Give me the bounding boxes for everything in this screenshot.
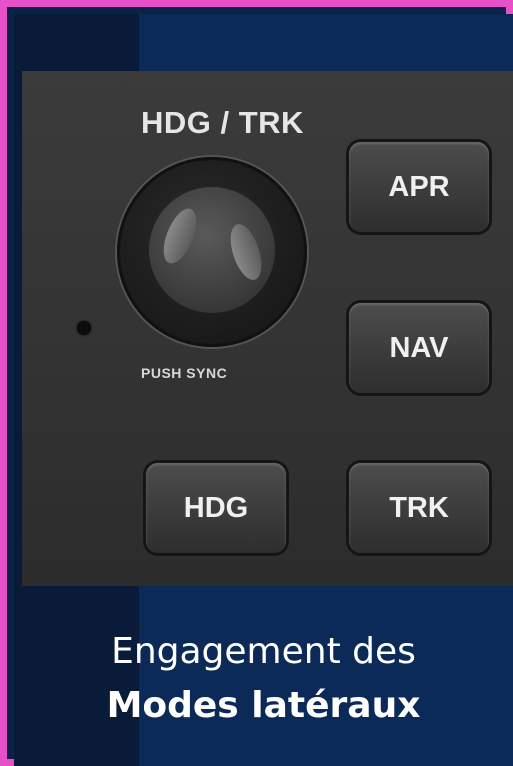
push-sync-label: PUSH SYNC — [141, 365, 228, 381]
knob-grip-left — [157, 204, 203, 268]
indicator-light — [77, 321, 91, 335]
slide-frame: HDG / TRK PUSH SYNC APR NAV HDG TRK Enga… — [0, 0, 513, 766]
caption-line-2: Modes latéraux — [106, 685, 421, 726]
nav-button[interactable]: NAV — [349, 303, 489, 393]
caption-line-1: Engagement des — [111, 631, 416, 672]
trk-button[interactable]: TRK — [349, 463, 489, 553]
autopilot-panel-photo: HDG / TRK PUSH SYNC APR NAV HDG TRK — [22, 71, 513, 586]
knob-label: HDG / TRK — [141, 105, 304, 140]
knob-grip-right — [224, 220, 268, 284]
knob-cap — [149, 187, 275, 313]
heading-knob[interactable] — [117, 157, 307, 347]
apr-button[interactable]: APR — [349, 142, 489, 232]
hdg-button[interactable]: HDG — [146, 463, 286, 553]
